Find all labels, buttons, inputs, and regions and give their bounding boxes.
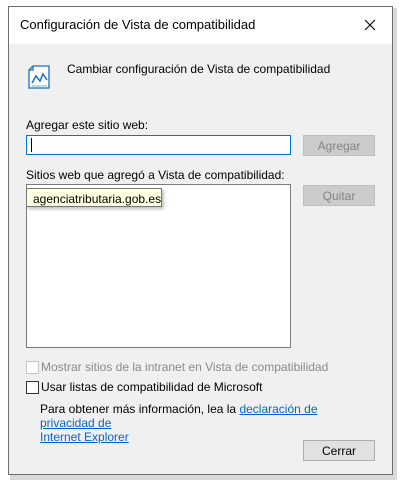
privacy-link-part2[interactable]: Internet Explorer (40, 430, 129, 444)
dialog-title: Configuración de Vista de compatibilidad (20, 17, 256, 32)
sites-list-label: Sitios web que agregó a Vista de compati… (26, 168, 285, 182)
remove-button[interactable]: Quitar (303, 185, 375, 206)
info-prefix: Para obtener más información, lea la (40, 402, 240, 416)
text-caret (31, 138, 32, 152)
close-icon (364, 19, 376, 31)
compatibility-view-dialog: Configuración de Vista de compatibilidad… (8, 6, 393, 475)
intranet-checkbox-label: Mostrar sitios de la intranet en Vista d… (41, 360, 329, 374)
close-button[interactable] (348, 7, 392, 43)
header-text: Cambiar configuración de Vista de compat… (67, 62, 331, 76)
info-text: Para obtener más información, lea la dec… (40, 402, 370, 444)
add-site-label: Agregar este sitio web: (26, 118, 149, 132)
add-site-input[interactable] (26, 135, 291, 155)
sites-listbox[interactable] (26, 184, 291, 348)
close-dialog-button[interactable]: Cerrar (303, 440, 375, 461)
microsoft-lists-checkbox-label: Usar listas de compatibilidad de Microso… (41, 380, 263, 394)
list-item[interactable]: agenciatributaria.gob.es (26, 188, 162, 207)
microsoft-lists-checkbox[interactable] (26, 381, 39, 394)
intranet-checkbox[interactable] (26, 361, 39, 374)
add-button[interactable]: Agregar (303, 135, 375, 156)
compatibility-view-icon (28, 65, 50, 89)
title-bar: Configuración de Vista de compatibilidad (9, 7, 392, 44)
